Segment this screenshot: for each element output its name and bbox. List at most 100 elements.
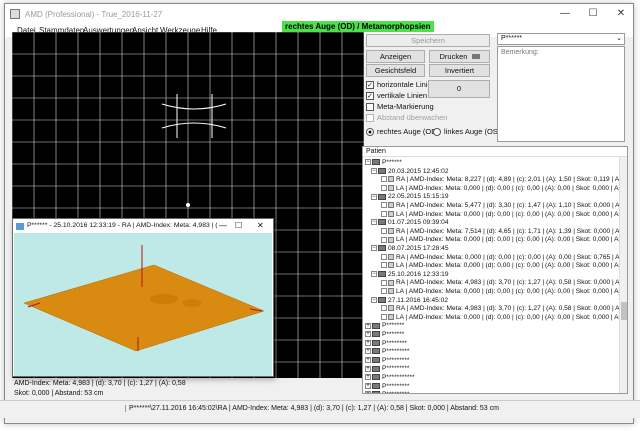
printer-icon	[471, 54, 480, 59]
tree-patient[interactable]: + P*********	[365, 348, 410, 356]
remark-field[interactable]: Bemerkung:	[497, 46, 625, 142]
expand-icon[interactable]: +	[365, 357, 371, 364]
tree-scrollbar[interactable]	[619, 157, 627, 393]
expand-icon[interactable]: +	[365, 391, 371, 393]
meta-marking-label: Meta-Markierung	[377, 102, 434, 111]
left-eye-radio[interactable]: linkes Auge (OS)	[433, 127, 500, 136]
tree-result-la[interactable]: LA | AMD-Index: Meta: 0,000 | (d): 0,00 …	[381, 262, 625, 270]
counter-button[interactable]: 0	[428, 80, 490, 98]
tree-result-la[interactable]: LA | AMD-Index: Meta: 0,000 | (d): 0,00 …	[381, 236, 625, 244]
tree-result-ra[interactable]: RA | AMD-Index: Meta: 7,514 | (d): 4,65 …	[381, 228, 627, 236]
tree-session[interactable]: − 22.05.2015 15:15:19	[371, 193, 449, 201]
document-icon	[388, 210, 394, 217]
expand-icon[interactable]: +	[365, 374, 371, 381]
tree-patient[interactable]: + P*********	[365, 383, 410, 391]
tree-patient[interactable]: + P*******	[365, 322, 404, 330]
expand-icon[interactable]	[381, 210, 387, 217]
distance-monitor-checkbox: Abstand überwachen	[366, 113, 447, 122]
expand-icon[interactable]: −	[371, 245, 377, 252]
folder-icon	[378, 271, 386, 278]
plot-window-titlebar: P****** - 25.10.2016 12:33:19 - RA | AMD…	[13, 219, 273, 233]
checkbox-box	[366, 102, 374, 111]
expand-icon[interactable]	[381, 288, 387, 295]
show-button[interactable]: Anzeigen	[366, 50, 425, 63]
distortion-outline	[161, 94, 227, 138]
expand-icon[interactable]: +	[365, 348, 371, 355]
close-button[interactable]: ✕	[607, 4, 635, 24]
minimize-button[interactable]: —	[551, 4, 579, 24]
tree-result-la[interactable]: LA | AMD-Index: Meta: 0,000 | (d): 0,00 …	[381, 314, 625, 322]
tree-row-label: 08.07.2015 17:28:45	[388, 245, 449, 252]
tree-row-label: LA | AMD-Index: Meta: 0,000 | (d): 0,00 …	[396, 236, 626, 244]
tree-session[interactable]: − 20.03.2015 12:45:02	[371, 168, 449, 176]
plot-minimize-button[interactable]: —	[219, 221, 227, 230]
expand-icon[interactable]	[381, 279, 387, 286]
tree-patient[interactable]: + P*********	[365, 357, 410, 365]
tree-patient[interactable]: + P***********	[365, 374, 415, 382]
expand-icon[interactable]	[381, 202, 387, 209]
plot-maximize-button[interactable]: ☐	[235, 221, 242, 230]
tree-row-label: 20.03.2015 12:45:02	[388, 167, 449, 175]
tree-patient[interactable]: + P*********	[365, 391, 410, 393]
expand-icon[interactable]	[381, 305, 387, 312]
horizontal-lines-checkbox[interactable]: ✓ horizontale Linien	[366, 80, 436, 89]
plot-window-title: P****** - 25.10.2016 12:33:19 - RA | AMD…	[27, 222, 217, 229]
tree-result-ra[interactable]: RA | AMD-Index: Meta: 5,477 | (d): 3,30 …	[381, 202, 627, 210]
expand-icon[interactable]	[381, 176, 387, 183]
tree-session[interactable]: − 08.07.2015 17:28:45	[371, 245, 449, 253]
check-icon: ✓	[366, 91, 374, 100]
expand-icon[interactable]: −	[371, 219, 377, 226]
tree-row-label: P*********	[382, 348, 410, 356]
tree-result-la[interactable]: LA | AMD-Index: Meta: 0,000 | (d): 0,00 …	[381, 185, 625, 193]
plot-close-button[interactable]: ✕	[257, 221, 264, 230]
right-eye-radio[interactable]: ● rechtes Auge (OD)	[366, 127, 439, 136]
visual-field-button[interactable]: Gesichtsfeld	[366, 64, 425, 77]
expand-icon[interactable]	[381, 236, 387, 243]
tree-row-label: P*********	[382, 356, 410, 364]
tree-session[interactable]: − 27.11.2016 16:45:02	[371, 297, 448, 305]
tree-session[interactable]: − 25.10.2016 12:33:19	[371, 271, 449, 279]
expand-icon[interactable]	[381, 262, 387, 269]
expand-icon[interactable]: +	[365, 331, 371, 338]
expand-icon[interactable]: −	[371, 193, 377, 200]
expand-icon[interactable]	[381, 253, 387, 260]
vertical-lines-checkbox[interactable]: ✓ vertikale Linien	[366, 91, 427, 100]
expand-icon[interactable]: +	[365, 339, 371, 346]
tree-root[interactable]: − P******	[365, 159, 402, 167]
plot-window[interactable]: P****** - 25.10.2016 12:33:19 - RA | AMD…	[12, 218, 274, 377]
tree-row-label: P*********	[382, 365, 410, 373]
tree-result-ra[interactable]: RA | AMD-Index: Meta: 4,983 | (d): 3,70 …	[381, 279, 627, 287]
tree-result-ra[interactable]: RA | AMD-Index: Meta: 8,227 | (d): 4,89 …	[381, 176, 626, 184]
tree-result-ra[interactable]: RA | AMD-Index: Meta: 0,000 | (d): 0,00 …	[381, 254, 627, 262]
save-label: Speichern	[411, 36, 445, 45]
expand-icon[interactable]: +	[365, 365, 371, 372]
expand-icon[interactable]: +	[365, 322, 371, 329]
expand-icon[interactable]: −	[371, 167, 377, 174]
expand-icon[interactable]	[381, 228, 387, 235]
expand-icon[interactable]: −	[371, 271, 377, 278]
patient-tree[interactable]: Patien − P****** −20.03.2015 12:45:02 RA | …	[362, 146, 628, 394]
tree-patient[interactable]: + P*******	[365, 331, 404, 339]
expand-icon[interactable]	[381, 185, 387, 192]
expand-icon[interactable]: −	[371, 296, 377, 303]
inverted-button[interactable]: Invertiert	[429, 64, 490, 77]
tree-session[interactable]: − 01.07.2015 09:39:04	[371, 219, 449, 227]
expand-icon[interactable]: −	[365, 159, 371, 166]
tree-scrollbar-thumb[interactable]	[621, 302, 627, 320]
tree-row-label: P*******	[382, 331, 405, 338]
tree-patient[interactable]: + P*********	[365, 365, 410, 373]
tree-row-label: LA | AMD-Index: Meta: 0,000 | (d): 0,00 …	[396, 184, 626, 192]
expand-icon[interactable]: +	[365, 382, 371, 389]
tree-result-ra[interactable]: RA | AMD-Index: Meta: 4,983 | (d): 3,70 …	[381, 305, 627, 313]
tree-patient[interactable]: + P********	[365, 340, 407, 348]
expand-icon[interactable]	[381, 314, 387, 321]
tree-result-la[interactable]: LA | AMD-Index: Meta: 0,000 | (d): 0,00 …	[381, 211, 625, 219]
print-button[interactable]: Drucken	[429, 50, 490, 63]
patient-select[interactable]: P****** ⌄	[497, 33, 625, 45]
maximize-button[interactable]: ☐	[579, 4, 607, 24]
tree-result-la[interactable]: LA | AMD-Index: Meta: 0,000 | (d): 0,00 …	[381, 288, 625, 296]
surface-plot[interactable]	[14, 233, 272, 376]
tree-row-label: RA | AMD-Index: Meta: 7,514 | (d): 4,65 …	[396, 227, 627, 235]
status-text: P******\27.11.2016 16:45:02\RA | AMD-Ind…	[125, 405, 499, 412]
meta-marking-checkbox[interactable]: Meta-Markierung	[366, 102, 434, 111]
